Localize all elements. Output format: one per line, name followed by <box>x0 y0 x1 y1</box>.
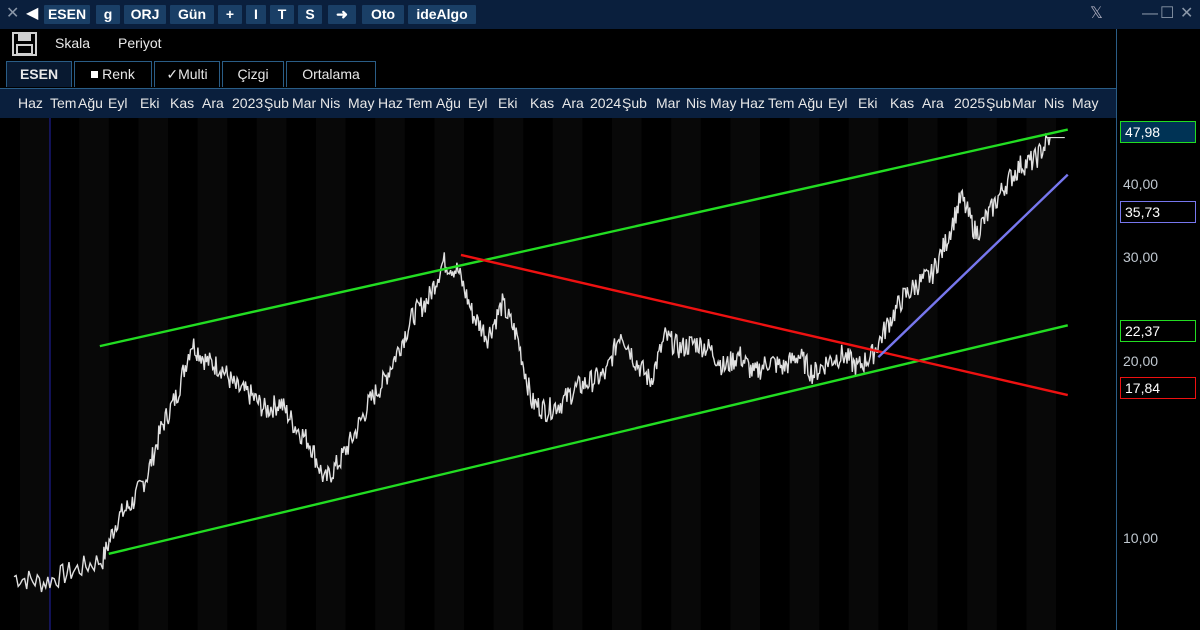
month-label: Mar <box>656 95 681 111</box>
month-label: 2024 <box>590 95 622 111</box>
tab-line[interactable]: Çizgi <box>222 61 284 87</box>
titlebar-button[interactable]: + <box>218 5 242 24</box>
titlebar-button[interactable]: ideAlgo <box>408 5 476 24</box>
month-label: Ağu <box>436 95 461 111</box>
month-label: Kas <box>170 95 195 111</box>
month-label: Eyl <box>828 95 848 111</box>
month-label: Ağu <box>78 95 103 111</box>
price-series-line <box>13 132 1051 593</box>
month-label: Ara <box>922 95 944 111</box>
month-label: Eki <box>140 95 160 111</box>
month-label: Ağu <box>798 95 823 111</box>
month-label: Tem <box>50 95 77 111</box>
price-axis: 10,00 20,00 30,00 40,00 47,98 35,73 22,37 17,84 <box>1116 29 1200 630</box>
back-arrow-icon[interactable]: ◀ <box>26 4 38 24</box>
month-label: Şub <box>622 95 647 111</box>
y-tick-label: 10,00 <box>1123 530 1159 546</box>
titlebar-button[interactable]: g <box>96 5 120 24</box>
month-label: Şub <box>264 95 289 111</box>
month-band <box>434 118 464 630</box>
month-label: May <box>710 95 737 111</box>
tab-color[interactable]: Renk <box>74 61 152 87</box>
month-label: Eyl <box>468 95 488 111</box>
month-label: Nis <box>1044 95 1065 111</box>
month-label: Haz <box>378 95 403 111</box>
month-band <box>552 118 583 630</box>
close-icon[interactable]: ✕ <box>1180 4 1193 24</box>
price-label-badge: 35,73 <box>1120 201 1196 223</box>
month-band <box>20 118 50 630</box>
month-band <box>138 118 168 630</box>
month-label: Şub <box>986 95 1011 111</box>
time-axis: Haz Tem Ağu Eyl Eki Kas Ara 2023 Şub Mar Nis May Haz… <box>0 89 1116 118</box>
titlebar-button[interactable]: ESEN <box>44 5 90 24</box>
month-band <box>316 118 346 630</box>
close-small-icon[interactable]: ✕ <box>6 4 19 24</box>
tab-average[interactable]: Ortalama <box>286 61 376 87</box>
titlebar-button[interactable]: S <box>298 5 322 24</box>
titlebar-button[interactable]: ORJ <box>124 5 166 24</box>
month-label: 2023 <box>232 95 264 111</box>
month-label: Haz <box>18 95 43 111</box>
month-label: Eki <box>858 95 878 111</box>
month-label: Eyl <box>108 95 128 111</box>
checkmark-icon: ✓ <box>166 66 179 82</box>
month-label: May <box>348 95 375 111</box>
month-label: Kas <box>530 95 555 111</box>
square-icon <box>91 71 99 78</box>
month-band <box>1026 118 1056 630</box>
period-menu[interactable]: Periyot <box>118 33 162 53</box>
price-label-badge: 47,98 <box>1120 121 1196 143</box>
month-band <box>671 118 701 630</box>
titlebar-button[interactable]: T <box>270 5 294 24</box>
x-logo-icon: 𝕏 <box>1090 5 1103 22</box>
month-label: Ara <box>562 95 584 111</box>
save-icon[interactable] <box>12 32 38 56</box>
month-label: Ara <box>202 95 224 111</box>
month-band <box>908 118 938 630</box>
titlebar-button[interactable]: I <box>246 5 266 24</box>
month-label: Tem <box>406 95 433 111</box>
price-label-badge: 22,37 <box>1120 320 1196 342</box>
month-label: Tem <box>768 95 795 111</box>
month-label: Eki <box>498 95 518 111</box>
y-tick-label: 20,00 <box>1123 353 1159 369</box>
month-band <box>256 118 287 630</box>
month-label: Haz <box>740 95 765 111</box>
forward-arrow-icon[interactable]: ➜ <box>328 5 356 24</box>
y-tick-label: 40,00 <box>1123 176 1159 192</box>
titlebar-button[interactable]: Oto <box>362 5 404 24</box>
month-label: Mar <box>1012 95 1037 111</box>
month-label: May <box>1072 95 1099 111</box>
month-band <box>612 118 642 630</box>
maximize-icon[interactable]: ☐ <box>1160 4 1174 24</box>
month-label: Nis <box>320 95 341 111</box>
month-label: Kas <box>890 95 915 111</box>
scale-menu[interactable]: Skala <box>55 33 90 53</box>
price-chart[interactable] <box>0 118 1116 630</box>
month-label: Nis <box>686 95 707 111</box>
title-bar: ✕ ◀ ESEN g ORJ Gün + I T S Oto ideAlgo ➜ 𝕏 — ☐ ✕ <box>0 0 1200 29</box>
tab-symbol[interactable]: ESEN <box>6 61 72 87</box>
y-tick-label: 30,00 <box>1123 249 1159 266</box>
month-band <box>197 118 228 630</box>
month-band <box>493 118 524 630</box>
price-label-badge: 17,84 <box>1120 377 1196 399</box>
titlebar-button[interactable]: Gün <box>170 5 214 24</box>
month-label: 2025 <box>954 95 986 111</box>
tab-bar: ESEN Renk ✓Multi Çizgi Ortalama <box>0 59 1116 89</box>
toolbar: Skala Periyot <box>0 29 1116 59</box>
month-label: Mar <box>292 95 317 111</box>
month-band <box>730 118 760 630</box>
minimize-icon[interactable]: — <box>1142 4 1158 24</box>
tab-multi[interactable]: ✓Multi <box>154 61 220 87</box>
